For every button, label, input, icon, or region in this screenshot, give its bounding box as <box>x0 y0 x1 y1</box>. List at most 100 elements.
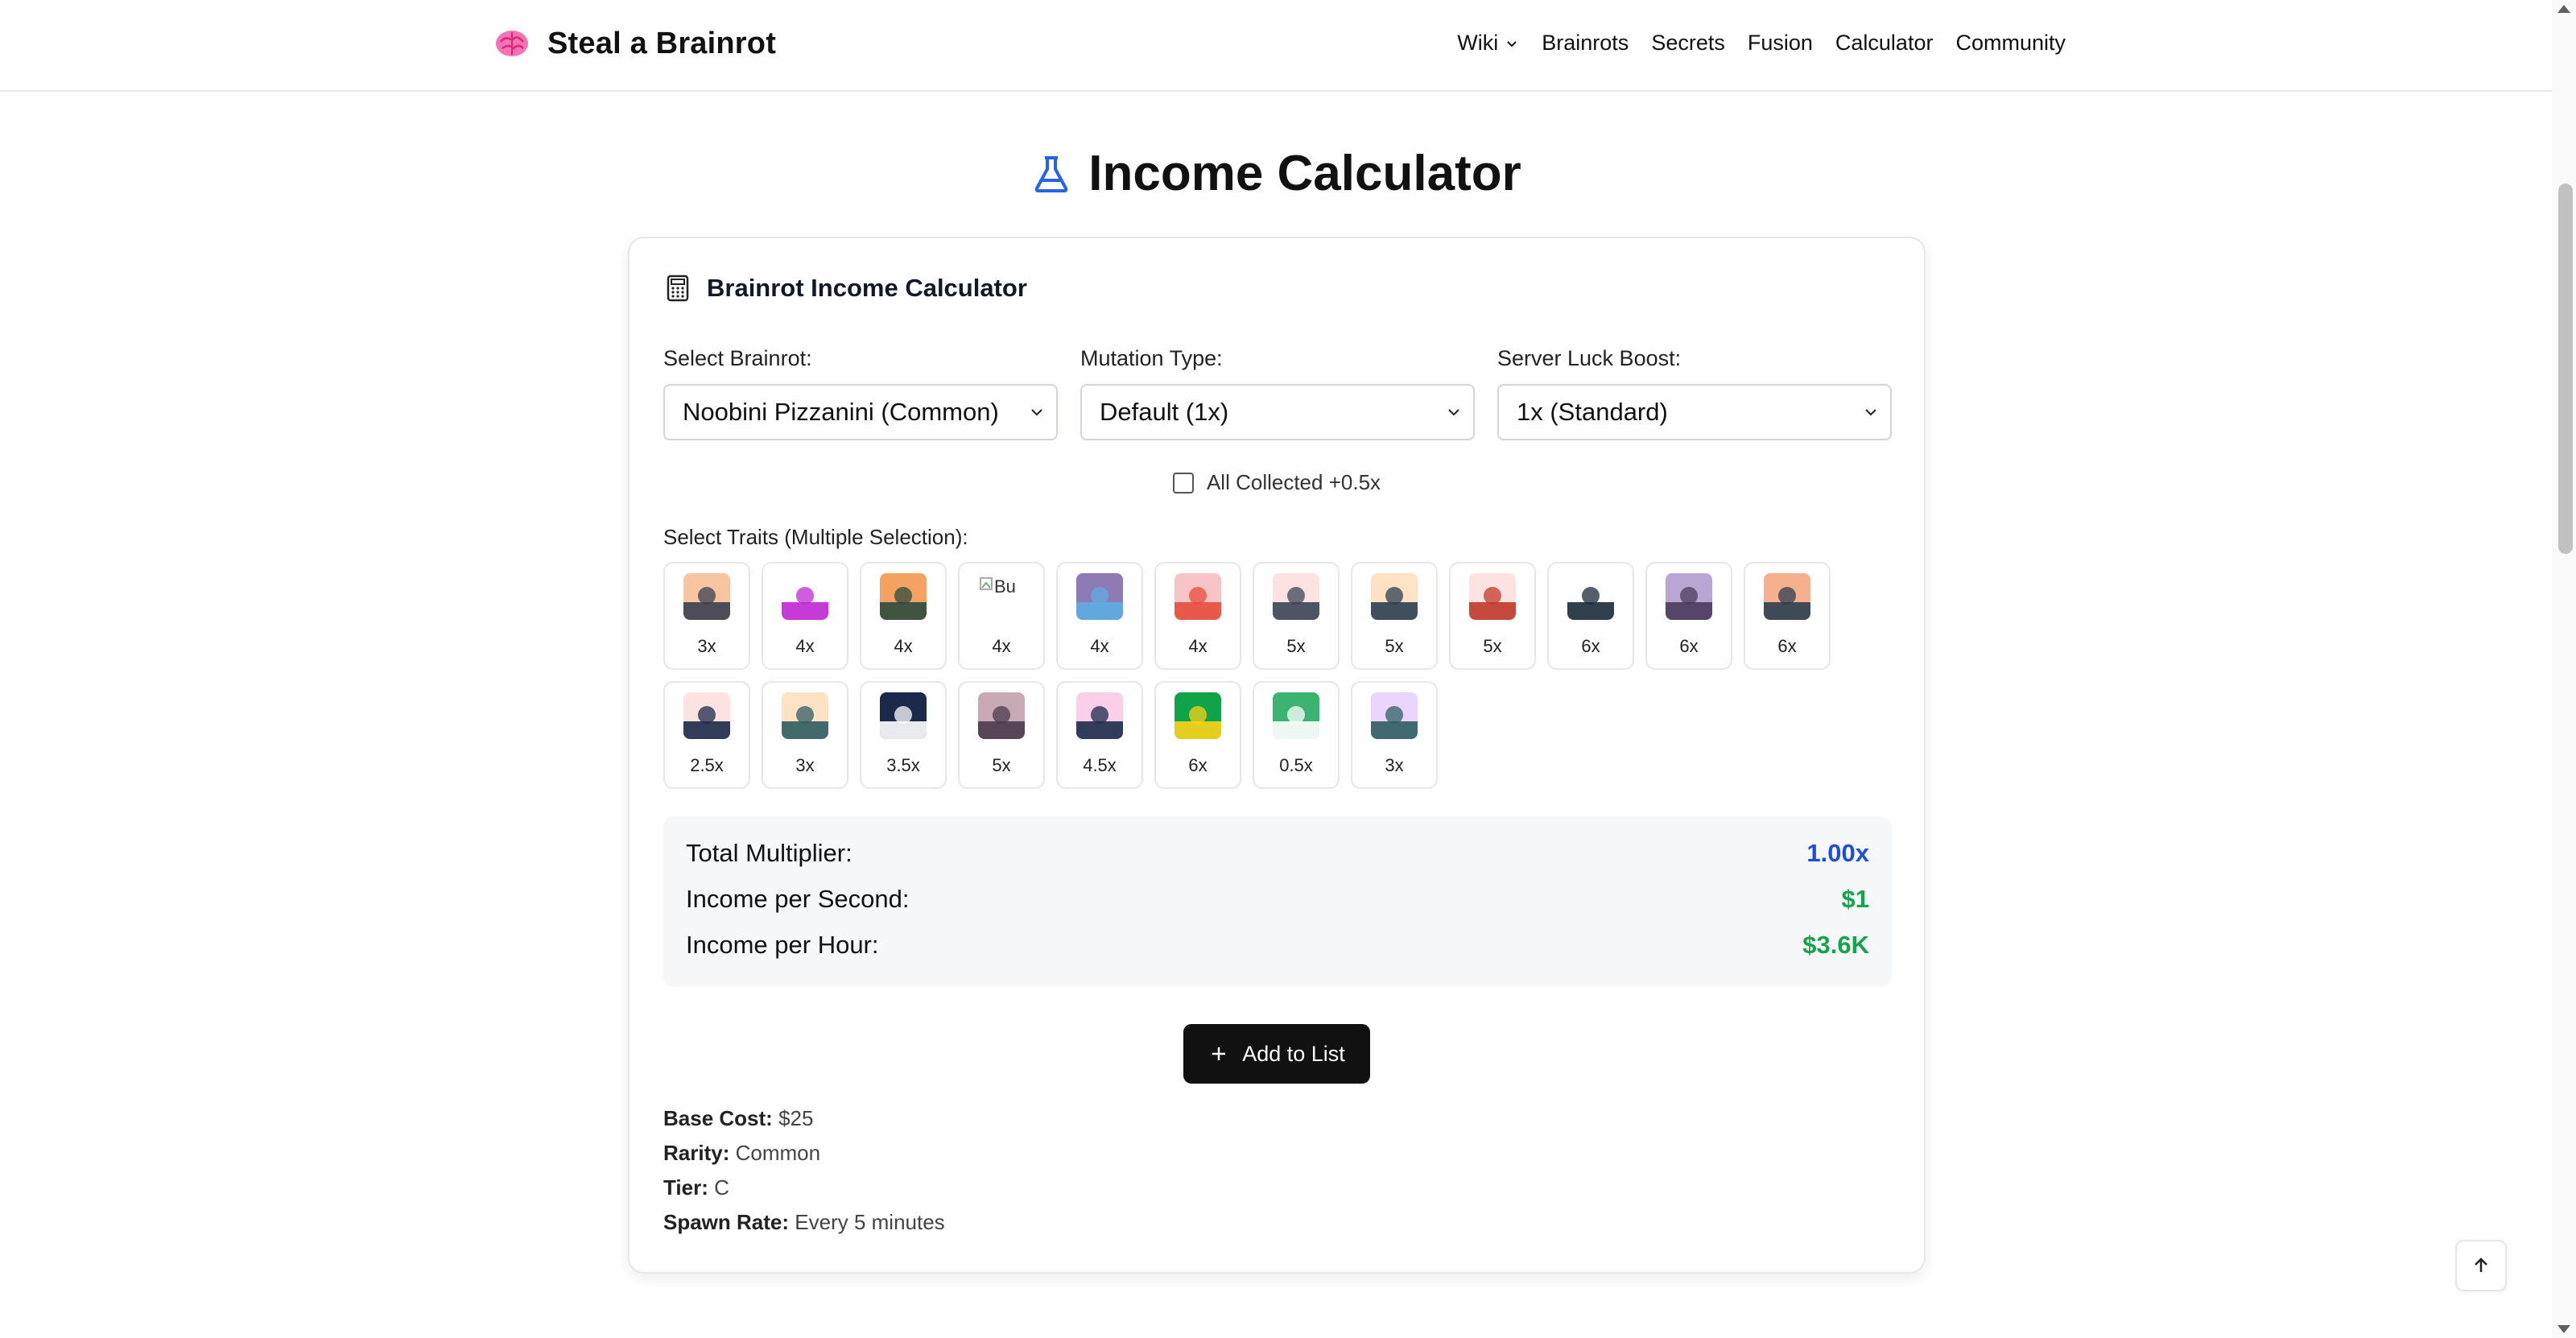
income-hour-value: $3.6K <box>1802 931 1869 959</box>
trait-multiplier: 4x <box>992 636 1011 656</box>
fire-icon <box>1764 573 1810 620</box>
all-collected-label[interactable]: All Collected +0.5x <box>1207 470 1381 495</box>
luck-label: Server Luck Boost: <box>1497 346 1682 370</box>
trait-multiplier: 5x <box>1286 636 1306 656</box>
brand-link[interactable]: Steal a Brainrot <box>493 24 776 63</box>
trait-card[interactable]: 4x <box>1154 562 1241 670</box>
trait-card[interactable]: 4x <box>860 562 947 670</box>
trait-multiplier: 3x <box>1385 755 1404 775</box>
scroll-up-icon[interactable] <box>2557 5 2570 13</box>
nav-community[interactable]: Community <box>1955 31 2066 56</box>
trait-multiplier: 0.5x <box>1279 755 1313 775</box>
broken-image-icon: Bu <box>978 573 1025 620</box>
trait-card[interactable]: 4.5x <box>1056 681 1143 789</box>
chevron-down-icon <box>1031 409 1042 416</box>
income-second-value: $1 <box>1841 885 1869 913</box>
mutation-label: Mutation Type: <box>1080 346 1223 370</box>
trait-card[interactable]: 6x <box>1154 681 1241 789</box>
nav-wiki[interactable]: Wiki <box>1457 31 1519 56</box>
nav-secrets[interactable]: Secrets <box>1651 31 1725 56</box>
total-multiplier-value: 1.00x <box>1806 839 1869 867</box>
scroll-to-top-button[interactable] <box>2455 1240 2507 1291</box>
trait-card[interactable]: 3x <box>1351 681 1438 789</box>
nav-brainrots[interactable]: Brainrots <box>1542 31 1629 56</box>
trait-multiplier: 6x <box>1581 636 1600 656</box>
brainrot-select[interactable]: Noobini Pizzanini (Common) <box>663 384 1058 440</box>
luck-field: Server Luck Boost: 1x (Standard) <box>1497 346 1892 440</box>
info-label: Tier: <box>663 1175 708 1200</box>
trait-multiplier: 5x <box>1385 636 1404 656</box>
results-panel: Total Multiplier: 1.00x Income per Secon… <box>663 816 1892 987</box>
trait-card[interactable]: 5x <box>1253 562 1340 670</box>
info-spawn-rate: Spawn Rate: Every 5 minutes <box>663 1210 945 1245</box>
brand-name: Steal a Brainrot <box>547 26 777 60</box>
income-second-label: Income per Second: <box>686 885 910 913</box>
scroll-thumb[interactable] <box>2558 184 2573 554</box>
ufo-icon <box>1371 692 1418 739</box>
trait-multiplier: 3x <box>795 755 815 775</box>
trait-card[interactable]: 4x <box>762 562 848 670</box>
text-sign-icon <box>1174 573 1221 620</box>
brain-icon <box>496 31 528 56</box>
info-label: Base Cost: <box>663 1106 773 1130</box>
trait-card[interactable]: 5x <box>958 681 1045 789</box>
trait-card[interactable]: 6x <box>1744 562 1831 670</box>
add-to-list-label: Add to List <box>1242 1041 1345 1066</box>
trait-card[interactable]: 3x <box>762 681 848 789</box>
trait-card[interactable]: Bu 4x <box>958 562 1045 670</box>
trait-card[interactable]: 6x <box>1645 562 1732 670</box>
info-base-cost: Base Cost: $25 <box>663 1106 945 1141</box>
night-sky-icon <box>880 692 927 739</box>
trait-multiplier: 4x <box>795 636 815 656</box>
scroll-down-icon[interactable] <box>2557 1325 2570 1333</box>
all-collected-checkbox[interactable] <box>1172 472 1194 493</box>
brainrot-field: Select Brainrot: Noobini Pizzanini (Comm… <box>663 346 1058 440</box>
card-title-text: Brainrot Income Calculator <box>707 274 1027 302</box>
trait-card[interactable]: 0.5x <box>1253 681 1340 789</box>
luck-select-value: 1x (Standard) <box>1517 398 1668 426</box>
trait-card[interactable]: 2.5x <box>663 681 750 789</box>
trait-multiplier: 3x <box>697 636 716 656</box>
info-label: Rarity: <box>663 1141 730 1165</box>
nav-fusion[interactable]: Fusion <box>1748 31 1813 56</box>
mutation-select-value: Default (1x) <box>1100 398 1229 426</box>
z-letter-icon <box>1273 692 1319 739</box>
trait-multiplier: 4x <box>1090 636 1109 656</box>
hat-icon <box>1076 692 1123 739</box>
trait-multiplier: 6x <box>1777 636 1797 656</box>
nav-calculator[interactable]: Calculator <box>1835 31 1934 56</box>
info-tier: Tier: C <box>663 1175 945 1210</box>
income-hour-label: Income per Hour: <box>686 931 879 959</box>
trait-card[interactable]: 5x <box>1449 562 1536 670</box>
mutation-select[interactable]: Default (1x) <box>1080 384 1475 440</box>
landscape-icon <box>1371 573 1418 620</box>
portal-ring-icon <box>782 573 828 620</box>
calculator-icon <box>667 275 689 302</box>
trait-multiplier: 6x <box>1188 755 1208 775</box>
page-scrollbar[interactable] <box>2552 0 2576 1338</box>
trait-alt-text: Bu <box>994 576 1016 597</box>
luck-select[interactable]: 1x (Standard) <box>1497 384 1892 440</box>
trait-card[interactable]: 5x <box>1351 562 1438 670</box>
info-value: Every 5 minutes <box>795 1210 945 1234</box>
trait-multiplier: 3.5x <box>886 755 920 775</box>
trait-multiplier: 4x <box>1188 636 1208 656</box>
arrow-up-icon <box>2475 1257 2487 1272</box>
page-heading: Income Calculator <box>1088 146 1521 201</box>
info-value: C <box>714 1175 729 1200</box>
income-hour-row: Income per Hour: $3.6K <box>686 931 1869 977</box>
all-collected-row: All Collected +0.5x <box>630 470 1924 495</box>
trait-card[interactable]: 6x <box>1547 562 1634 670</box>
nyan-cat-icon <box>1666 573 1712 620</box>
trait-card[interactable]: 3.5x <box>860 681 947 789</box>
add-to-list-button[interactable]: Add to List <box>1183 1024 1370 1084</box>
info-value: Common <box>735 1141 821 1165</box>
trait-multiplier: 4.5x <box>1083 755 1117 775</box>
trait-multiplier: 4x <box>894 636 913 656</box>
card-title: Brainrot Income Calculator <box>663 274 1027 303</box>
calculator-card: Brainrot Income Calculator Select Brainr… <box>628 237 1926 1274</box>
trait-card[interactable]: 3x <box>663 562 750 670</box>
trait-card[interactable]: 4x <box>1056 562 1143 670</box>
brainrot-select-value: Noobini Pizzanini (Common) <box>683 398 999 426</box>
nav-wiki-label: Wiki <box>1457 31 1499 55</box>
